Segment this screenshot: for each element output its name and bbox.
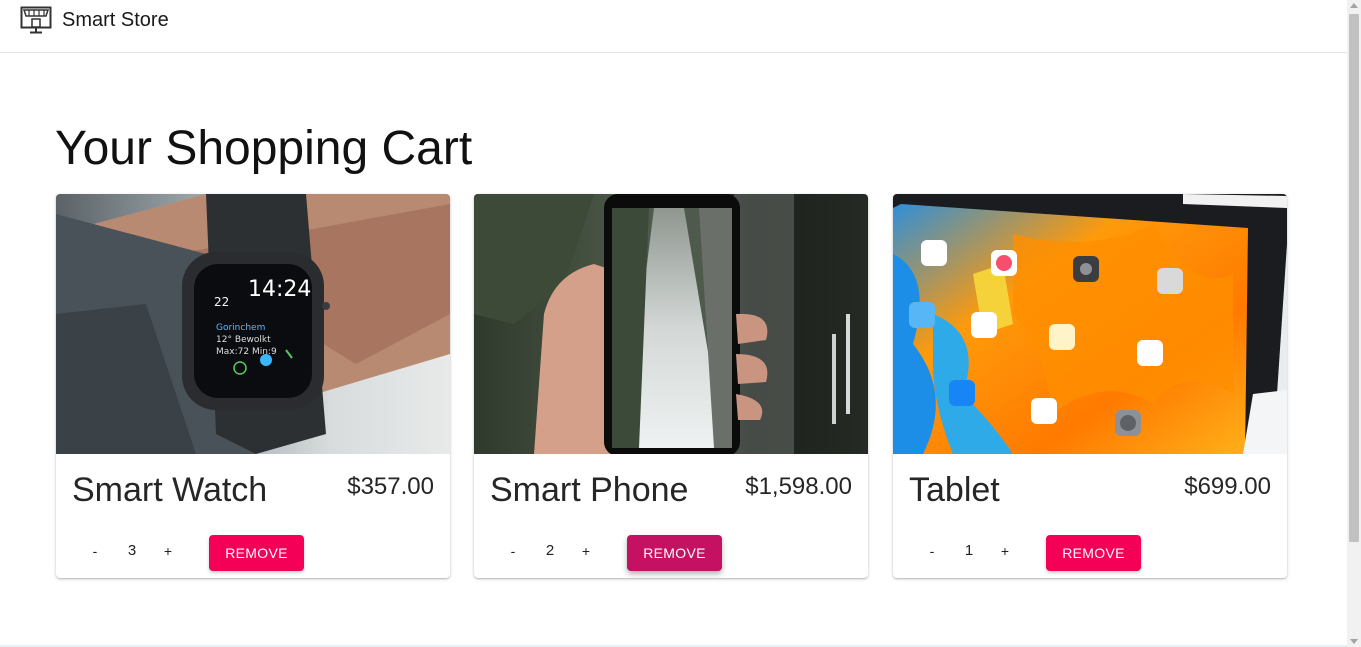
decrease-quantity-button[interactable]: - <box>83 539 107 563</box>
remove-button[interactable]: REMOVE <box>209 535 304 571</box>
store-icon[interactable] <box>20 6 52 34</box>
scroll-down-icon[interactable] <box>1350 639 1358 644</box>
svg-text:14:24: 14:24 <box>248 277 311 302</box>
app-bar: Smart Store <box>0 0 1347 53</box>
product-price: $699.00 <box>1184 473 1271 500</box>
increase-quantity-button[interactable]: + <box>156 539 180 563</box>
scrollbar-thumb[interactable] <box>1349 14 1359 542</box>
svg-text:12° Bewolkt: 12° Bewolkt <box>216 335 271 345</box>
product-price: $357.00 <box>347 473 434 500</box>
cart-item-smart-phone: Smart Phone $1,598.00 - 2 + REMOVE <box>474 194 868 578</box>
brand-name[interactable]: Smart Store <box>62 9 169 32</box>
quantity-value: 1 <box>964 542 974 559</box>
product-name: Smart Phone <box>490 471 689 509</box>
product-name: Tablet <box>909 471 1000 509</box>
cart-item-smart-watch: 14:24 22 Gorinchem 12° Bewolkt Max:72 Mi… <box>56 194 450 578</box>
increase-quantity-button[interactable]: + <box>574 539 598 563</box>
svg-text:22: 22 <box>214 295 229 309</box>
increase-quantity-button[interactable]: + <box>993 539 1017 563</box>
smart-watch-image: 14:24 22 Gorinchem 12° Bewolkt Max:72 Mi… <box>56 194 450 454</box>
svg-text:Gorinchem: Gorinchem <box>216 323 265 333</box>
page-title: Your Shopping Cart <box>55 122 473 175</box>
remove-button[interactable]: REMOVE <box>627 535 722 571</box>
smart-phone-image <box>474 194 868 454</box>
cart-item-tablet: Tablet $699.00 - 1 + REMOVE <box>893 194 1287 578</box>
tablet-image <box>893 194 1287 454</box>
vertical-scrollbar[interactable] <box>1347 0 1361 647</box>
remove-button[interactable]: REMOVE <box>1046 535 1141 571</box>
scroll-up-icon[interactable] <box>1350 3 1358 8</box>
decrease-quantity-button[interactable]: - <box>920 539 944 563</box>
product-price: $1,598.00 <box>745 473 852 500</box>
product-name: Smart Watch <box>72 471 268 509</box>
quantity-value: 3 <box>127 542 137 559</box>
quantity-value: 2 <box>545 542 555 559</box>
decrease-quantity-button[interactable]: - <box>501 539 525 563</box>
